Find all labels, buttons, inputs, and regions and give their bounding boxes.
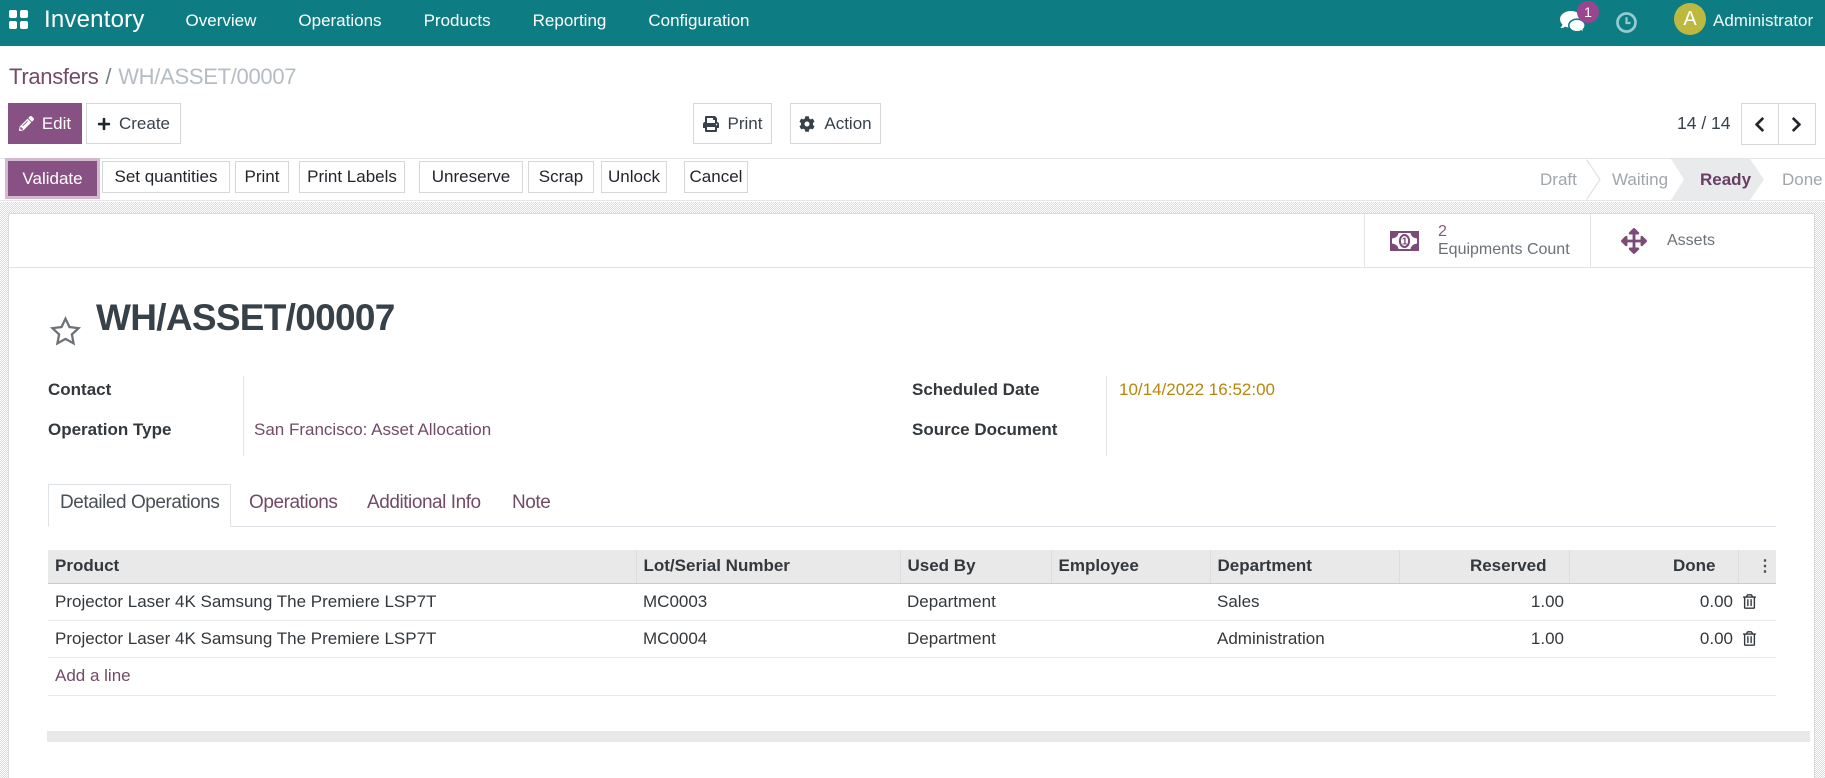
svg-text:1: 1 [1402, 237, 1408, 248]
